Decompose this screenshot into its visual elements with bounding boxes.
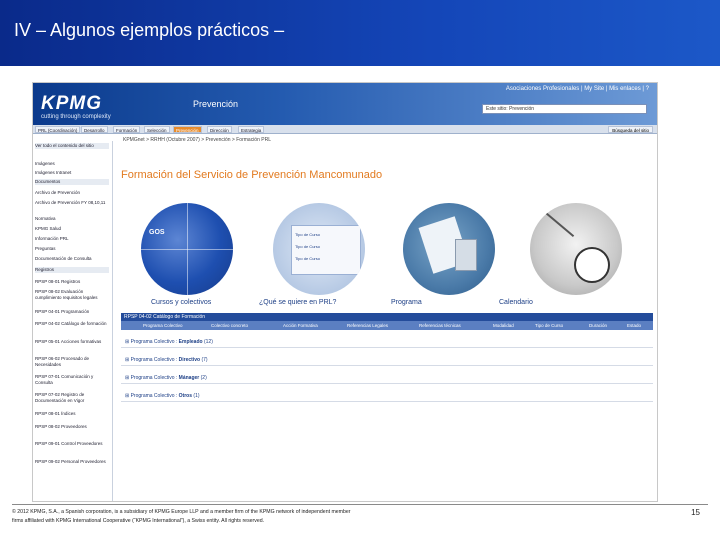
row-prefix: Programa Colectivo : [130,375,179,381]
pen-image [543,211,575,237]
column-header[interactable]: Referencias técnicas [419,321,461,330]
sidebar-item[interactable]: Documentación de Consulta [35,256,109,262]
top-navigation: PRL (Coordinación) Desarrollo Formación … [33,125,657,134]
footer-line: firms affiliated with KPMG International… [12,518,265,524]
thumb-card: Tipo de Curso Tipo de Curso Tipo de Curs… [291,225,361,275]
intranet-screenshot: KPMG cutting through complexity Prevenci… [32,82,658,502]
column-header[interactable]: Programa Colectivo [143,321,183,330]
tab-estrategia[interactable]: Estrategia [238,126,265,133]
sidebar-item[interactable]: Imágenes [35,161,109,167]
tab-direccion[interactable]: Dirección [207,126,232,133]
page-title: Formación del Servicio de Prevención Man… [121,169,383,181]
footer-rule [12,504,708,505]
catalog-row[interactable]: ⊞ Programa Colectivo : Directivo (7) [121,354,653,366]
breadcrumb[interactable]: KPMGnet > RRHH (Octubre 2007) > Prevenci… [123,137,271,143]
sidebar-item[interactable]: RPSP 07-01 Comunicación y Consulta [35,374,109,385]
search-input[interactable]: Este sitio: Prevención [482,104,647,114]
catalog-row[interactable]: ⊞ Programa Colectivo : Mánager (2) [121,372,653,384]
sidebar-item[interactable]: Preguntas [35,246,109,252]
grid-line [141,249,233,250]
row-prefix: Programa Colectivo : [130,357,179,363]
catalog-header: RPSP 04-02 Catálogo de Formación [121,313,653,321]
catalog-columns: Programa Colectivo Colectivo concreto Ac… [121,321,653,330]
thumb-que-se-quiere[interactable]: Tipo de Curso Tipo de Curso Tipo de Curs… [273,203,365,295]
row-name: Empleado [178,339,203,345]
thumb-inner-text: Tipo de Curso [295,256,320,261]
catalog-row[interactable]: ⊞ Programa Colectivo : Empleado (12) [121,336,653,348]
slide-title: IV – Algunos ejemplos prácticos – [14,20,285,40]
row-name: Otros [178,393,193,399]
thumb-label[interactable]: ¿Qué se quiere en PRL? [259,299,336,306]
catalog-title: RPSP 04-02 Catálogo de Formación [124,314,206,320]
kpmg-logo[interactable]: KPMG [41,93,102,115]
thumb-inner-text: GOS [149,229,165,236]
column-header[interactable]: Colectivo concreto [211,321,248,330]
row-count: (2) [200,375,207,381]
tab-prl[interactable]: PRL (Coordinación) [35,126,81,133]
slide-header: IV – Algunos ejemplos prácticos – [0,0,720,66]
sidebar-item[interactable]: Archivo de Prevención [35,190,109,196]
column-header[interactable]: Tipo de Curso [535,321,563,330]
calculator-image [455,239,477,271]
sidebar-item[interactable]: RPSP 04-01 Programación [35,309,109,315]
sidebar-item[interactable]: Ver todo el contenido del sitio [35,143,109,149]
sidebar-item[interactable]: RPSP 04-02 Catálogo de formación [35,321,109,327]
footer-line: © 2012 KPMG, S.A., a Spanish corporation… [12,509,351,515]
column-header[interactable]: Estado [627,321,641,330]
sidebar-item[interactable]: Registros [35,267,109,273]
user-links[interactable]: Asociaciones Profesionales | My Site | M… [506,86,649,92]
column-header[interactable]: Referencias Legales [347,321,388,330]
sidebar-item[interactable]: Normativa [35,216,109,222]
column-header[interactable]: Modalidad [493,321,514,330]
tab-formacion[interactable]: Formación [113,126,141,133]
sidebar-item[interactable]: RPSP 09-02 Personal Proveedores [35,459,109,465]
row-prefix: Programa Colectivo : [130,393,179,399]
tab-seleccion[interactable]: Selección [144,126,170,133]
thumb-label[interactable]: Calendario [499,299,533,306]
thumb-inner-text: Tipo de Curso [295,232,320,237]
sidebar-item[interactable]: RPSP 09-01 Control Proveedores [35,441,109,447]
thumb-calendario[interactable] [530,203,622,295]
row-prefix: Programa Colectivo : [130,339,179,345]
sidebar-item[interactable]: RPSP 06-02 Procesado de Necesidades [35,356,109,367]
sidebar-item[interactable]: Información PRL [35,236,109,242]
column-header[interactable]: Acción Formativa [283,321,318,330]
sidebar-item[interactable]: Imágenes Intranet [35,170,109,176]
sidebar-item[interactable]: RPSP 07-02 Registro de Documentación en … [35,392,109,403]
tab-prevencion[interactable]: Prevención [173,126,202,133]
row-name: Directivo [178,357,201,363]
row-count: (12) [203,339,213,345]
site-search-button[interactable]: Búsqueda del sitio [608,126,653,133]
sidebar-item[interactable]: RPSP 08-01 Registros [35,279,109,285]
sidebar-item[interactable]: KPMG Salud [35,226,109,232]
search-scope-label: Este sitio: Prevención [486,106,535,112]
thumb-programa[interactable] [403,203,495,295]
column-header[interactable]: Duración [589,321,607,330]
thumb-label[interactable]: Programa [391,299,422,306]
site-title: Prevención [193,99,239,109]
sidebar-item[interactable]: RPSP 08-01 Índices [35,411,109,417]
intranet-topbar: KPMG cutting through complexity Prevenci… [33,83,657,125]
sidebar-item[interactable]: RPSP 08-02 Evaluación cumplimiento requi… [35,289,109,300]
row-count: (1) [193,393,200,399]
clock-icon [574,247,610,283]
page-number: 15 [691,508,700,517]
thumb-cursos-colectivos[interactable]: GOS [141,203,233,295]
row-count: (7) [201,357,208,363]
sidebar-item[interactable]: Documentos [35,179,109,185]
thumb-label[interactable]: Cursos y colectivos [151,299,211,306]
catalog-row[interactable]: ⊞ Programa Colectivo : Otros (1) [121,390,653,402]
footer-copyright: © 2012 KPMG, S.A., a Spanish corporation… [12,508,612,526]
thumb-inner-text: Tipo de Curso [295,244,320,249]
sidebar-item[interactable]: RPSP 05-01 Acciones formativas [35,339,109,345]
sidebar: Ver todo el contenido del sitio Imágenes… [33,141,113,501]
tab-desarrollo[interactable]: Desarrollo [81,126,108,133]
sidebar-item[interactable]: Archivo de Prevención FY 08,10,11 [35,200,109,206]
row-name: Mánager [178,375,200,381]
kpmg-tagline: cutting through complexity [41,114,111,120]
sidebar-item[interactable]: RPSP 08-02 Proveedores [35,424,109,430]
